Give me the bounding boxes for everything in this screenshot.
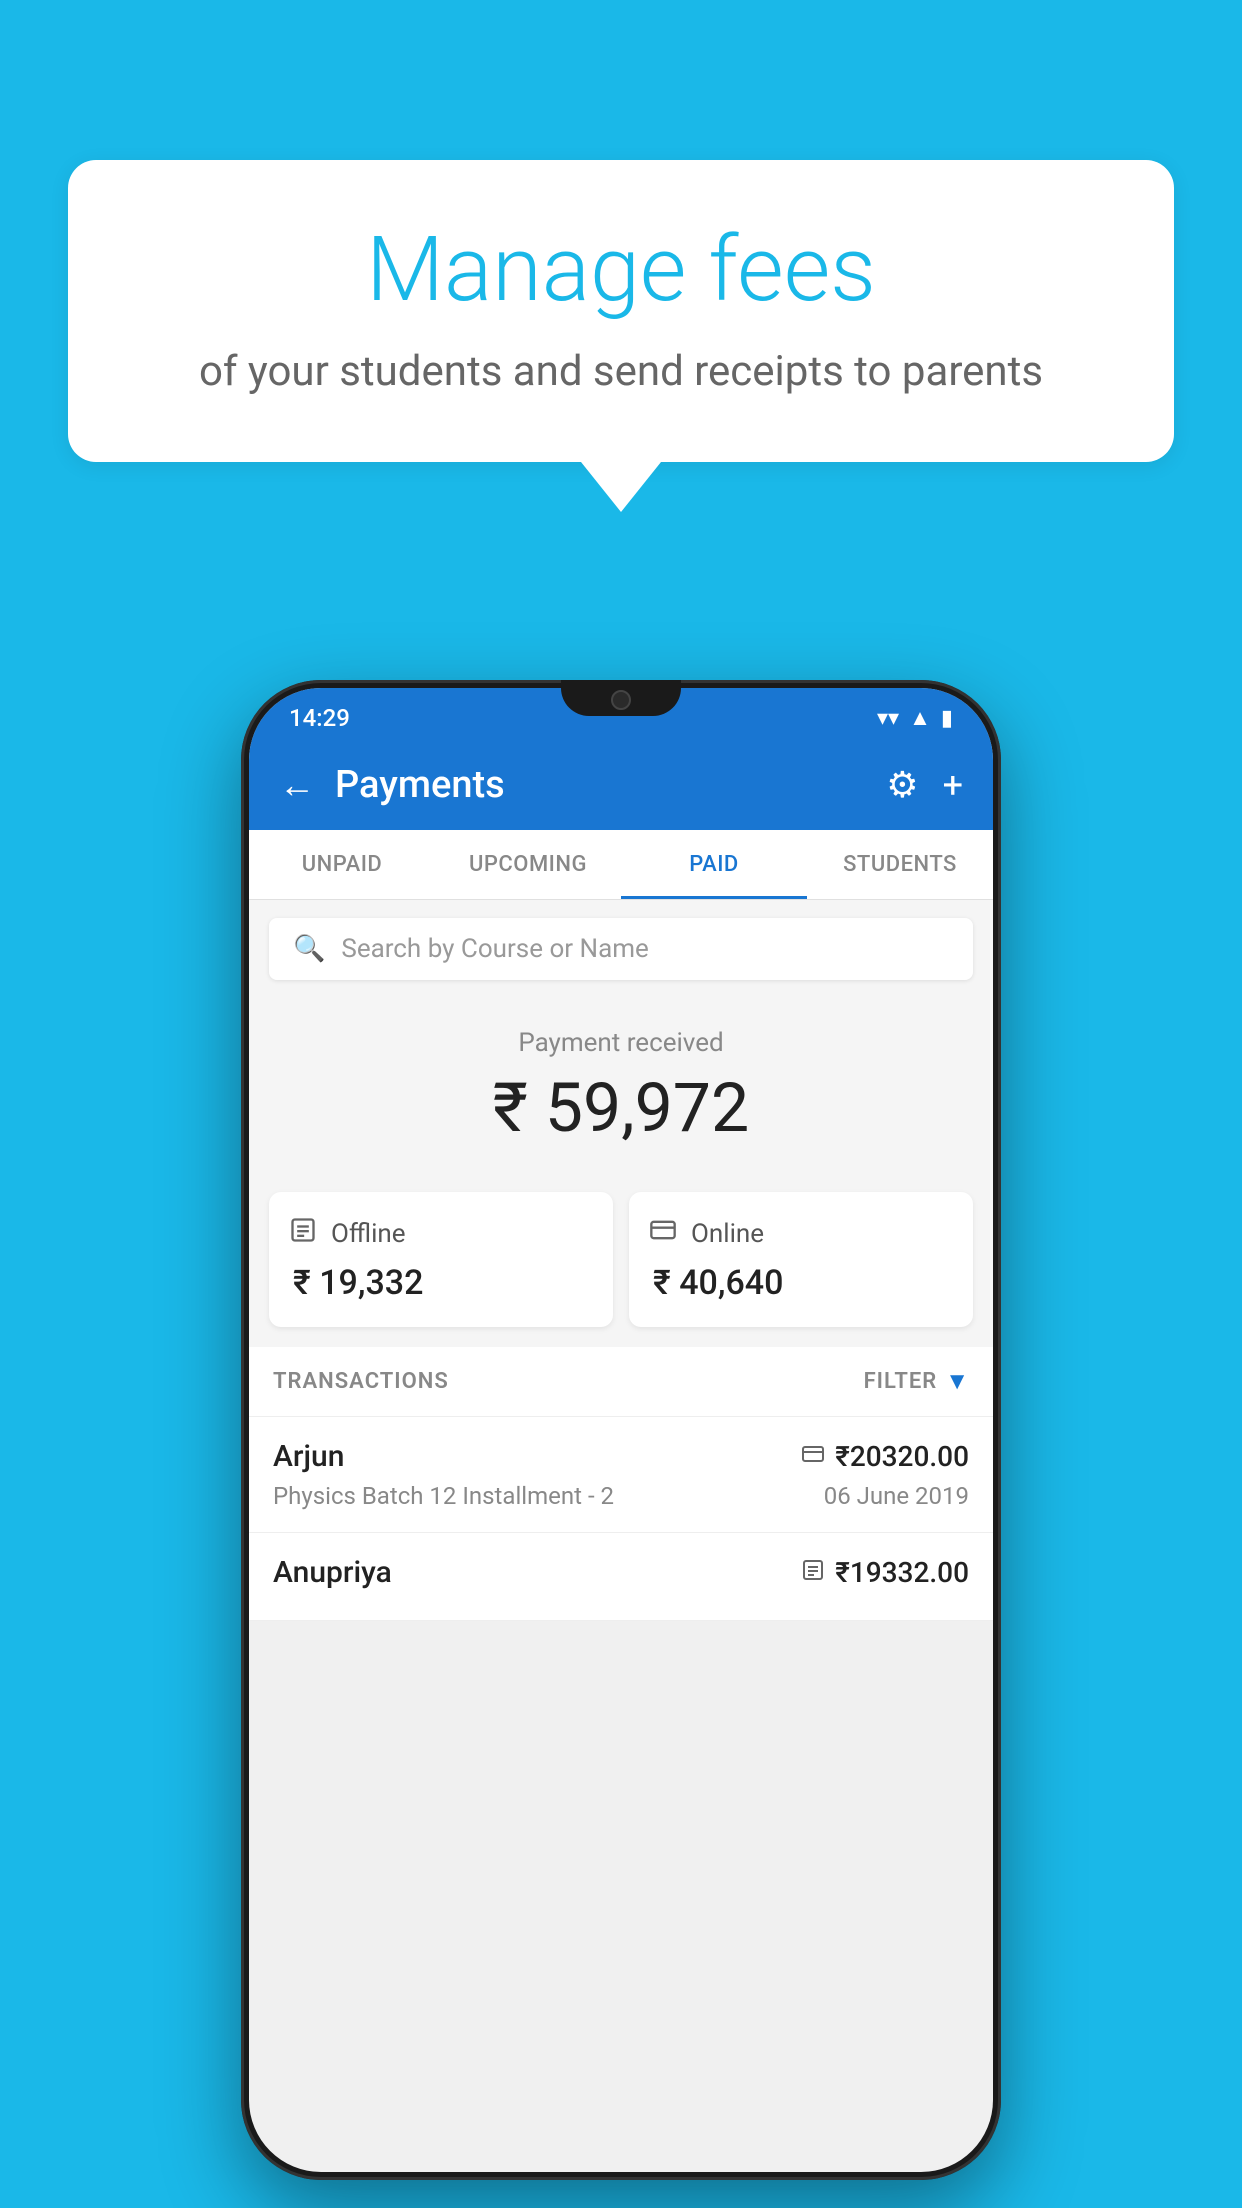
signal-icon: ▲ [909, 705, 931, 731]
status-time: 14:29 [289, 704, 350, 732]
transaction-amount-arjun: ₹20320.00 [835, 1440, 969, 1473]
phone-device: 14:29 ▾▾ ▲ ▮ ← Payments ⚙ + [241, 680, 1001, 2180]
online-icon [649, 1216, 677, 1251]
offline-card: Offline ₹ 19,332 [269, 1192, 613, 1327]
speech-bubble-container: Manage fees of your students and send re… [68, 160, 1174, 512]
phone-camera [611, 690, 631, 710]
phone-notch [561, 680, 681, 716]
page-title: Payments [335, 763, 505, 807]
online-label: Online [691, 1219, 764, 1249]
payment-amount: ₹ 59,972 [269, 1068, 973, 1148]
transaction-course-arjun: Physics Batch 12 Installment - 2 [273, 1482, 614, 1510]
payment-received-label: Payment received [269, 1028, 973, 1058]
filter-container[interactable]: FILTER ▼ [864, 1367, 969, 1396]
search-container: 🔍 Search by Course or Name [249, 900, 993, 998]
speech-bubble: Manage fees of your students and send re… [68, 160, 1174, 462]
header-left: ← Payments [279, 763, 505, 807]
transactions-label: TRANSACTIONS [273, 1369, 449, 1394]
online-card: Online ₹ 40,640 [629, 1192, 973, 1327]
transaction-top-anupriya: Anupriya ₹19332.00 [273, 1555, 969, 1590]
transaction-amount-container-anupriya: ₹19332.00 [801, 1556, 969, 1589]
transaction-bottom-arjun: Physics Batch 12 Installment - 2 06 June… [273, 1482, 969, 1510]
tab-students[interactable]: STUDENTS [807, 830, 993, 899]
transaction-top-arjun: Arjun ₹20320.00 [273, 1439, 969, 1474]
speech-bubble-subtitle: of your students and send receipts to pa… [148, 343, 1094, 402]
transaction-type-icon-anupriya [801, 1558, 825, 1588]
transaction-name-anupriya: Anupriya [273, 1555, 392, 1590]
search-input[interactable]: Search by Course or Name [341, 934, 648, 964]
back-button[interactable]: ← [279, 764, 315, 806]
offline-icon [289, 1216, 317, 1251]
app-header: ← Payments ⚙ + [249, 740, 993, 830]
online-amount: ₹ 40,640 [649, 1263, 953, 1303]
speech-bubble-title: Manage fees [148, 220, 1094, 319]
search-bar[interactable]: 🔍 Search by Course or Name [269, 918, 973, 980]
filter-label: FILTER [864, 1369, 938, 1394]
offline-amount: ₹ 19,332 [289, 1263, 593, 1303]
phone-frame: 14:29 ▾▾ ▲ ▮ ← Payments ⚙ + [241, 680, 1001, 2180]
status-icons: ▾▾ ▲ ▮ [877, 705, 953, 731]
tab-paid[interactable]: PAID [621, 830, 807, 899]
table-row[interactable]: Anupriya ₹19332.00 [249, 1533, 993, 1621]
tabs-container: UNPAID UPCOMING PAID STUDENTS [249, 830, 993, 900]
battery-icon: ▮ [941, 706, 953, 731]
payment-summary: Payment received ₹ 59,972 [249, 998, 993, 1192]
offline-label: Offline [331, 1219, 406, 1249]
offline-card-header: Offline [289, 1216, 593, 1251]
filter-icon: ▼ [945, 1367, 969, 1396]
header-right: ⚙ + [886, 764, 963, 806]
payment-cards: Offline ₹ 19,332 [249, 1192, 993, 1347]
transaction-type-icon-arjun [801, 1442, 825, 1472]
transaction-amount-container-arjun: ₹20320.00 [801, 1440, 969, 1473]
transactions-header: TRANSACTIONS FILTER ▼ [249, 1347, 993, 1417]
online-card-header: Online [649, 1216, 953, 1251]
search-icon: 🔍 [293, 934, 325, 964]
table-row[interactable]: Arjun ₹20320.00 Physics [249, 1417, 993, 1533]
tab-upcoming[interactable]: UPCOMING [435, 830, 621, 899]
phone-screen: 14:29 ▾▾ ▲ ▮ ← Payments ⚙ + [249, 688, 993, 2172]
transaction-name-arjun: Arjun [273, 1439, 344, 1474]
add-button[interactable]: + [943, 764, 963, 806]
tab-unpaid[interactable]: UNPAID [249, 830, 435, 899]
speech-bubble-arrow [581, 462, 661, 512]
transaction-date-arjun: 06 June 2019 [824, 1482, 969, 1510]
wifi-icon: ▾▾ [877, 706, 899, 731]
settings-button[interactable]: ⚙ [886, 764, 918, 806]
transaction-amount-anupriya: ₹19332.00 [835, 1556, 969, 1589]
